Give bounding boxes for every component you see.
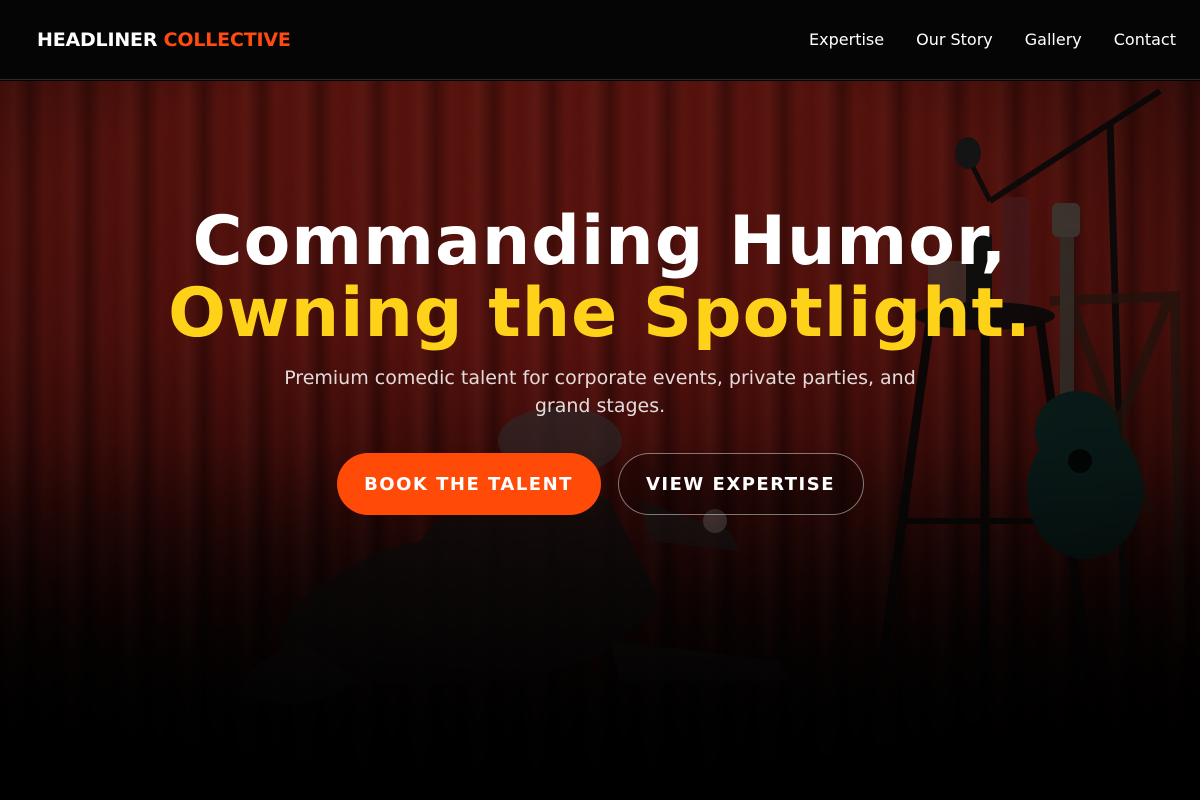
brand-name-second: COLLECTIVE xyxy=(163,28,291,51)
nav-link-gallery[interactable]: Gallery xyxy=(1025,30,1082,49)
book-talent-button[interactable]: BOOK THE TALENT xyxy=(336,453,601,515)
nav-link-contact[interactable]: Contact xyxy=(1114,30,1176,49)
view-expertise-button[interactable]: VIEW EXPERTISE xyxy=(617,453,864,515)
hero-subtitle: Premium comedic talent for corporate eve… xyxy=(284,367,916,417)
hero-actions: BOOK THE TALENT VIEW EXPERTISE xyxy=(0,453,1200,515)
nav-link-our-story[interactable]: Our Story xyxy=(916,30,993,49)
brand-name-first: HEADLINER xyxy=(37,28,158,51)
main-nav: Expertise Our Story Gallery Contact xyxy=(809,30,1176,49)
headline-line-2: Owning the Spotlight. xyxy=(168,274,1032,353)
hero-section xyxy=(0,81,1200,800)
hero-headline: Commanding Humor, Owning the Spotlight. xyxy=(0,206,1200,350)
brand-logo[interactable]: HEADLINER COLLECTIVE xyxy=(37,29,291,51)
nav-link-expertise[interactable]: Expertise xyxy=(809,30,884,49)
hero-overlay xyxy=(0,81,1200,800)
site-header: HEADLINER COLLECTIVE Expertise Our Story… xyxy=(0,0,1200,80)
headline-line-1: Commanding Humor, xyxy=(192,202,1008,281)
